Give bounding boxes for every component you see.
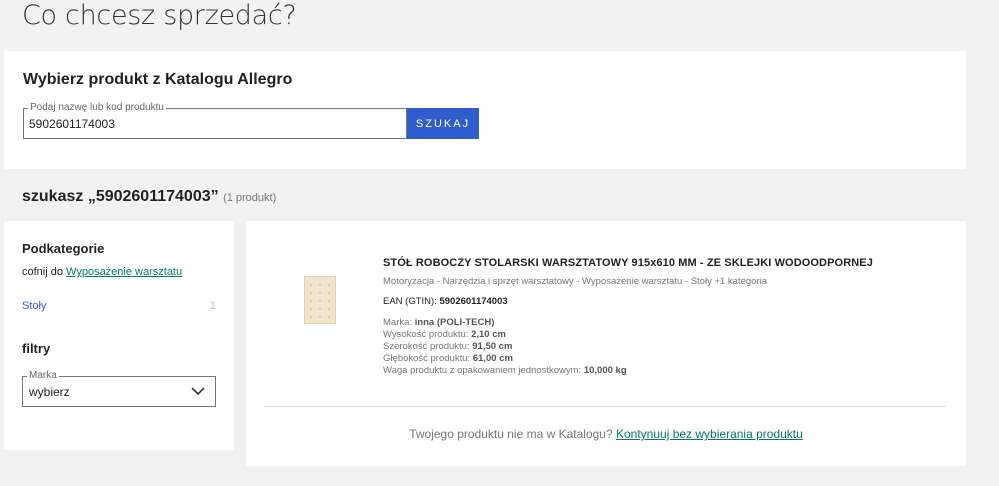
attribute-row: Marka: inna (POLI-TECH) [383, 317, 627, 329]
back-to-category: cofnij do Wyposażenie warsztatu [22, 266, 182, 278]
subcategory-item-stoly[interactable]: Stoły 1 [22, 300, 216, 312]
search-field[interactable]: Podaj nazwę lub kod produktu [23, 102, 407, 139]
product-image[interactable] [304, 276, 336, 324]
attribute-label: Głębokość produktu: [383, 353, 471, 364]
results-heading: szukasz „5902601174003” (1 produkt) [22, 188, 276, 206]
attribute-value: 61,00 cm [472, 353, 513, 364]
back-prefix: cofnij do [22, 266, 63, 278]
search-input[interactable] [24, 109, 406, 138]
attribute-row: Głębokość produktu: 61,00 cm [383, 353, 627, 365]
brand-select[interactable]: Marka wybierz [22, 370, 216, 407]
product-title[interactable]: STÓŁ ROBOCZY STOLARSKI WARSZTATOWY 915x6… [383, 257, 873, 269]
search-button[interactable]: SZUKAJ [407, 108, 479, 139]
back-category-link[interactable]: Wyposażenie warsztatu [66, 266, 182, 278]
chevron-down-icon [191, 387, 205, 396]
product-categories: Motoryzacja - Narzędzia i sprzęt warszta… [383, 276, 768, 287]
attribute-label: Wysokość produktu: [383, 329, 469, 340]
filters-title: filtry [22, 341, 51, 356]
attribute-row: Waga produktu z opakowaniem jednostkowym… [383, 365, 627, 377]
attribute-row: Wysokość produktu: 2,10 cm [383, 329, 627, 341]
product-ean: EAN (GTIN): 5902601174003 [383, 296, 508, 307]
attribute-label: Marka: [383, 317, 413, 328]
continue-without-product-link[interactable]: Kontynuuj bez wybierania produktu [616, 427, 803, 441]
brand-select-label: Marka [27, 370, 59, 382]
sidebar: Podkategorie cofnij do Wyposażenie warsz… [4, 221, 234, 450]
subcategories-title: Podkategorie [22, 241, 105, 256]
catalog-search-card: Wybierz produkt z Katalogu Allegro Podaj… [4, 51, 966, 169]
attribute-value: 2,10 cm [471, 329, 506, 340]
attribute-value: inna (POLI-TECH) [414, 317, 495, 328]
divider [264, 406, 946, 407]
attribute-label: Waga produktu z opakowaniem jednostkowym… [383, 365, 582, 376]
results-count: (1 produkt) [223, 192, 277, 204]
attribute-value: 10,000 kg [583, 365, 627, 376]
attribute-row: Szerokość produktu: 91,50 cm [383, 341, 627, 353]
ean-value: 5902601174003 [439, 296, 508, 307]
page-title: Co chcesz sprzedać? [22, 0, 297, 31]
subcategory-label[interactable]: Stoły [22, 300, 46, 312]
product-result-card: STÓŁ ROBOCZY STOLARSKI WARSZTATOWY 915x6… [246, 221, 966, 466]
catalog-title: Wybierz produkt z Katalogu Allegro [23, 71, 293, 88]
attribute-value: 91,50 cm [472, 341, 513, 352]
brand-select-value: wybierz [29, 385, 70, 399]
product-attributes: Marka: inna (POLI-TECH) Wysokość produkt… [383, 317, 627, 377]
attribute-label: Szerokość produktu: [383, 341, 470, 352]
no-product-footer: Twojego produktu nie ma w Katalogu? Kont… [246, 427, 966, 441]
footer-text: Twojego produktu nie ma w Katalogu? [409, 427, 613, 441]
results-query: szukasz „5902601174003” [22, 188, 219, 205]
subcategory-count: 1 [209, 300, 216, 312]
ean-label: EAN (GTIN): [383, 296, 437, 307]
